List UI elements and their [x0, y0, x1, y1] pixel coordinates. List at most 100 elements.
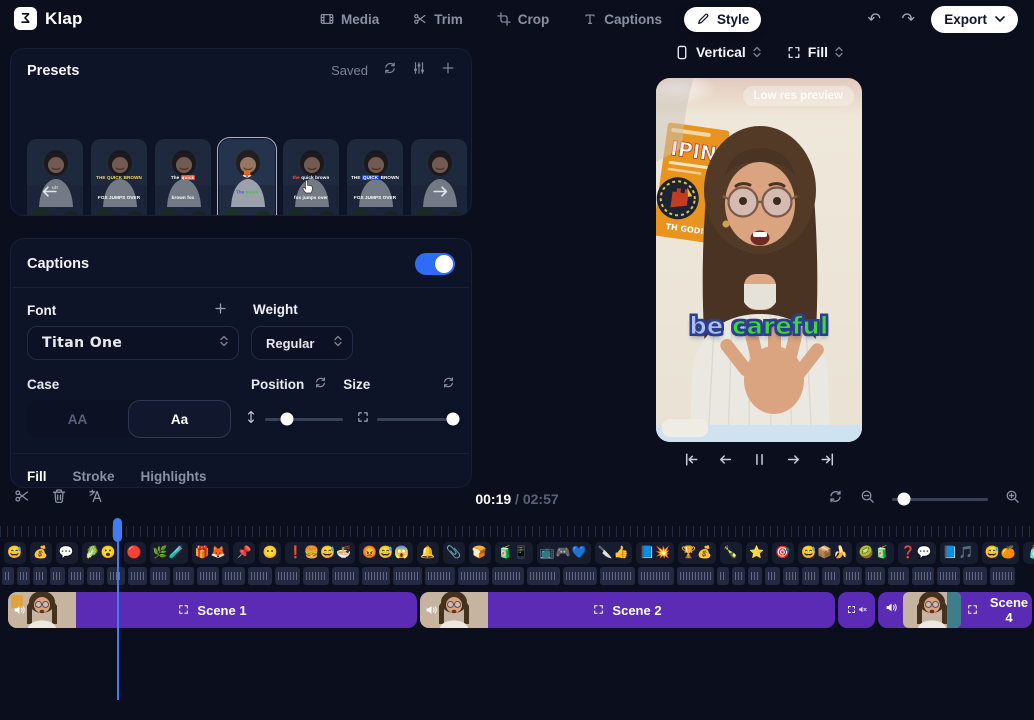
emoji-chip[interactable]: ⭐	[746, 542, 768, 564]
caption-word-chip[interactable]	[937, 567, 960, 585]
caption-word-chip[interactable]	[732, 567, 745, 585]
timeline-zoom-slider[interactable]	[892, 498, 988, 501]
next-button[interactable]	[785, 451, 802, 473]
caption-word-chip[interactable]	[2, 567, 14, 585]
caption-word-chip[interactable]	[802, 567, 819, 585]
scene-block-mini[interactable]	[838, 592, 875, 628]
emoji-chip[interactable]: 🔴	[124, 542, 146, 564]
skip-end-button[interactable]	[819, 451, 836, 473]
caption-word-chip[interactable]	[393, 567, 422, 585]
emoji-chip[interactable]: 💰	[30, 542, 52, 564]
tab-highlights[interactable]: Highlights	[141, 469, 207, 484]
caption-word-chip[interactable]	[748, 567, 762, 585]
emoji-chip[interactable]: 🍞	[469, 542, 491, 564]
refresh-timeline-icon[interactable]	[828, 489, 843, 509]
nav-trim[interactable]: Trim	[401, 7, 475, 32]
caption-word-chip[interactable]	[425, 567, 455, 585]
caption-word-chip[interactable]	[765, 567, 780, 585]
caption-word-chip[interactable]	[912, 567, 934, 585]
emoji-chip[interactable]: 🔔	[417, 542, 439, 564]
emoji-chip[interactable]: 😅	[4, 542, 26, 564]
caption-word-chip[interactable]	[865, 567, 885, 585]
caption-word-chip[interactable]	[150, 567, 170, 585]
zoom-out-icon[interactable]	[860, 489, 875, 509]
orientation-select[interactable]: Vertical	[675, 44, 761, 60]
playhead-handle[interactable]	[113, 518, 122, 542]
emoji-chip[interactable]: 🌿🧪	[150, 542, 188, 564]
size-slider[interactable]	[377, 418, 455, 421]
preset-settings-icon[interactable]	[412, 61, 426, 80]
playhead[interactable]	[113, 518, 122, 542]
caption-word-chip[interactable]	[87, 567, 104, 585]
caption-word-chip[interactable]	[783, 567, 799, 585]
caption-word-chip[interactable]	[332, 567, 359, 585]
emoji-chip[interactable]: 📌	[233, 542, 255, 564]
preset-klap-2[interactable]: 🦊The quick Klap 2	[219, 139, 275, 215]
emoji-chip[interactable]: 😅🍊	[982, 542, 1020, 564]
emoji-chip[interactable]: 📺🎮💙	[537, 542, 591, 564]
caption-word-chip[interactable]	[303, 567, 329, 585]
add-preset-icon[interactable]	[441, 61, 455, 80]
caption-word-chip[interactable]	[222, 567, 245, 585]
emoji-chip[interactable]: 🧴	[1023, 542, 1034, 564]
nav-captions[interactable]: Captions	[571, 7, 674, 32]
font-select[interactable]: Titan One	[27, 326, 239, 360]
preset-klap-4[interactable]: THE QUICK BROWNFOX JUMPS OVER Klap 4	[347, 139, 403, 215]
emoji-chip[interactable]: ❓💬	[898, 542, 936, 564]
caption-word-chip[interactable]	[68, 567, 84, 585]
skip-start-button[interactable]	[683, 451, 700, 473]
export-button[interactable]: Export	[931, 6, 1018, 33]
scene-block-scene-2[interactable]: Scene 2	[420, 592, 835, 628]
app-logo[interactable]: Σ Klap	[14, 7, 83, 30]
presets-prev-button[interactable]	[41, 183, 58, 205]
caption-word-chip[interactable]	[822, 567, 840, 585]
emoji-chip[interactable]: 📘🎵	[940, 542, 978, 564]
emoji-chip[interactable]: 🎯	[772, 542, 794, 564]
emoji-chip[interactable]: 📎	[443, 542, 465, 564]
caption-word-chip[interactable]	[677, 567, 714, 585]
caption-word-chip[interactable]	[888, 567, 909, 585]
emoji-chip[interactable]: 🍾	[720, 542, 742, 564]
emoji-chip[interactable]: 💬	[56, 542, 78, 564]
prev-button[interactable]	[717, 451, 734, 473]
emoji-chip[interactable]: 🥝🧃	[856, 542, 894, 564]
case-option-AA[interactable]: AA	[27, 400, 128, 438]
emoji-chip[interactable]: 🏆💰	[678, 542, 716, 564]
caption-word-chip[interactable]	[17, 567, 30, 585]
caption-word-chip[interactable]	[563, 567, 597, 585]
speaker-icon[interactable]	[425, 592, 438, 628]
caption-word-chip[interactable]	[362, 567, 390, 585]
caption-word-chip[interactable]	[600, 567, 635, 585]
pause-button[interactable]	[751, 451, 768, 473]
emoji-chip[interactable]: 🎁🦊	[192, 542, 230, 564]
emoji-chip[interactable]: 😅📦🍌	[798, 542, 852, 564]
nav-media[interactable]: Media	[308, 7, 391, 32]
zoom-in-icon[interactable]	[1005, 489, 1020, 509]
case-option-Aa[interactable]: Aa	[128, 400, 231, 438]
caption-overlay[interactable]: be careful	[656, 312, 862, 340]
caption-word-chip[interactable]	[527, 567, 560, 585]
caption-word-chip[interactable]	[963, 567, 987, 585]
redo-icon[interactable]: ↷	[897, 9, 919, 29]
fit-select[interactable]: Fill	[787, 44, 843, 60]
preset-classic[interactable]: THE QUICK BROWNFOX JUMPS OVER Classic	[91, 139, 147, 215]
caption-word-chip[interactable]	[458, 567, 489, 585]
reset-position-icon[interactable]	[314, 376, 327, 392]
captions-toggle[interactable]	[415, 253, 455, 275]
speaker-icon[interactable]	[13, 592, 26, 628]
video-preview[interactable]: IPIN TH GODIN	[656, 78, 862, 442]
tab-fill[interactable]: Fill	[27, 469, 47, 484]
emoji-chip[interactable]: 🔪👍	[595, 542, 633, 564]
caption-word-chip[interactable]	[173, 567, 194, 585]
nav-style[interactable]: Style	[684, 7, 761, 32]
weight-select[interactable]: Regular	[251, 326, 353, 360]
timeline-ruler[interactable]	[0, 526, 1034, 537]
undo-icon[interactable]: ↶	[863, 9, 885, 29]
emoji-chip[interactable]: 📘💥	[636, 542, 674, 564]
speaker-icon[interactable]	[885, 601, 898, 619]
scene-block-scene-1[interactable]: Scene 1	[8, 592, 417, 628]
caption-word-chip[interactable]	[128, 567, 147, 585]
caption-word-chip[interactable]	[50, 567, 65, 585]
presets-next-button[interactable]	[432, 183, 449, 205]
emoji-chip[interactable]: 😡😅😱	[359, 542, 413, 564]
